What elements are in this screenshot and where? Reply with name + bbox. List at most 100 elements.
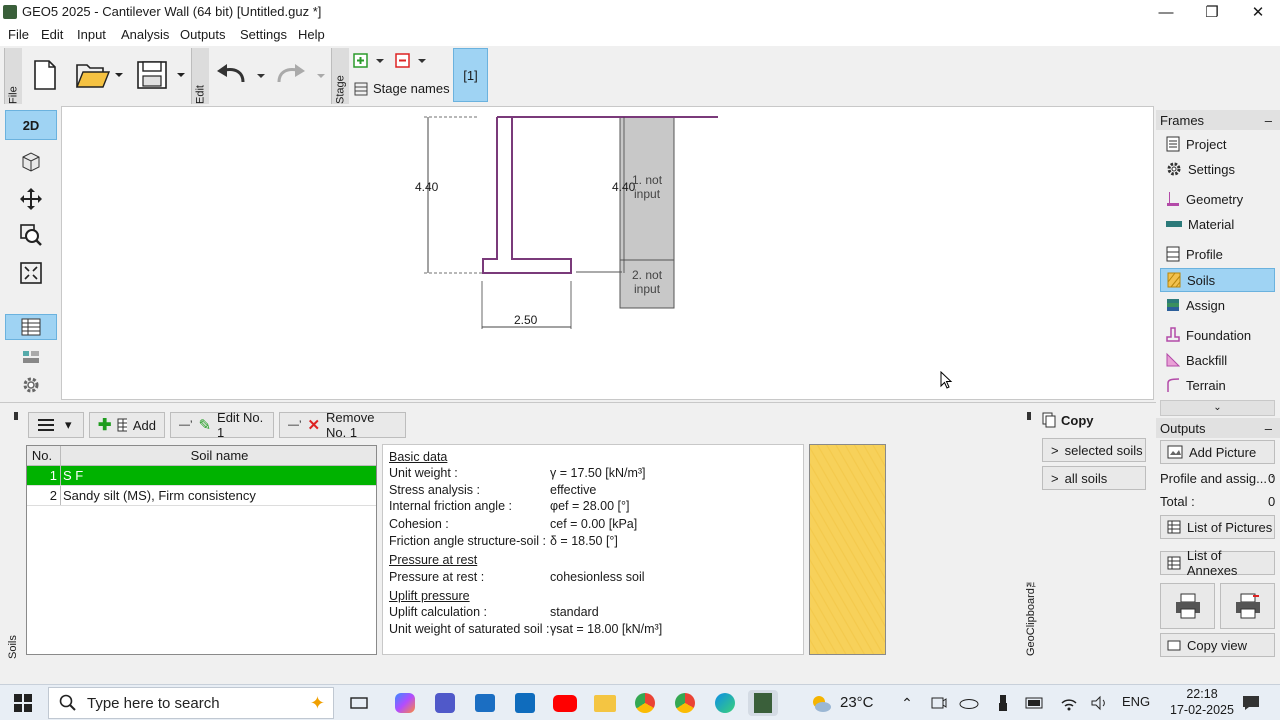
- stage-names-button[interactable]: Stage names: [354, 81, 450, 96]
- table-view-button[interactable]: [5, 314, 57, 340]
- menu-analysis[interactable]: Analysis: [121, 27, 169, 42]
- frame-project[interactable]: Project: [1160, 132, 1275, 156]
- frame-soils[interactable]: Soils: [1160, 268, 1275, 292]
- zoom-button[interactable]: [5, 220, 57, 250]
- frame-geometry[interactable]: Geometry: [1160, 187, 1275, 211]
- move-icon: [20, 188, 42, 210]
- meet-icon[interactable]: [924, 690, 954, 716]
- copy-selected-soils-label: selected soils: [1064, 442, 1143, 458]
- frame-material-label: Material: [1188, 216, 1235, 232]
- view-3d-button[interactable]: [5, 146, 57, 176]
- edit-tab[interactable]: Edit: [191, 48, 209, 104]
- menu-outputs[interactable]: Outputs: [180, 27, 226, 42]
- weather-icon[interactable]: [806, 690, 836, 716]
- frame-backfill-label: Backfill: [1186, 352, 1228, 368]
- remove-soil-button[interactable]: —’ ✕ Remove No. 1: [279, 410, 406, 440]
- soils-side-tab[interactable]: Soils: [4, 603, 22, 659]
- youtube-icon[interactable]: [550, 690, 580, 716]
- edit-soil-button[interactable]: —’ ✎ Edit No. 1: [170, 410, 274, 440]
- taskbar-search-box[interactable]: Type here to search ✦: [48, 687, 334, 719]
- print-export-button[interactable]: [1220, 583, 1275, 629]
- table-row[interactable]: 1 S F: [27, 466, 376, 486]
- onedrive-icon[interactable]: [954, 690, 984, 716]
- open-folder-icon[interactable]: [72, 56, 124, 94]
- geo5-app-icon[interactable]: [748, 690, 778, 716]
- teams-icon[interactable]: [430, 690, 460, 716]
- drawing-canvas[interactable]: 4.40 4.40 2.50 1. not input 2. not input: [61, 106, 1154, 400]
- restore-icon[interactable]: ❐: [1189, 0, 1235, 24]
- styles-button[interactable]: [5, 344, 57, 370]
- frame-assign[interactable]: Assign: [1160, 293, 1275, 317]
- volume-icon[interactable]: [1084, 690, 1114, 716]
- add-soil-button[interactable]: ✚ Add: [89, 412, 165, 438]
- copy-selected-soils-button[interactable]: > selected soils: [1042, 438, 1146, 462]
- windows-start-icon[interactable]: [8, 690, 38, 716]
- row-soil-name: Sandy silt (MS), Firm consistency: [63, 488, 256, 503]
- table-row[interactable]: 2 Sandy silt (MS), Firm consistency: [27, 486, 376, 506]
- menu-settings[interactable]: Settings: [240, 27, 287, 42]
- stage-1-button[interactable]: [1]: [453, 48, 488, 102]
- menu-help[interactable]: Help: [298, 27, 325, 42]
- list-mode-button[interactable]: ▾: [28, 412, 84, 438]
- store-icon[interactable]: [470, 690, 500, 716]
- frame-geometry-label: Geometry: [1186, 191, 1244, 207]
- clock[interactable]: 22:18 17-02-2025: [1170, 686, 1234, 718]
- notification-icon[interactable]: [1236, 690, 1266, 716]
- redo-icon[interactable]: [273, 58, 325, 92]
- settings-button[interactable]: [5, 372, 57, 398]
- copilot-icon[interactable]: [390, 690, 420, 716]
- stress-analysis-label: Stress analysis :: [389, 483, 481, 497]
- frame-terrain[interactable]: Terrain: [1160, 373, 1275, 397]
- scroll-down-icon[interactable]: ⌄: [1160, 400, 1275, 416]
- frames-title: Frames: [1160, 112, 1205, 128]
- pan-button[interactable]: [5, 184, 57, 214]
- outlook-icon[interactable]: [510, 690, 540, 716]
- minimize-icon[interactable]: —: [1143, 0, 1189, 24]
- language-indicator[interactable]: ENG: [1122, 694, 1150, 709]
- frame-foundation[interactable]: Foundation: [1160, 323, 1275, 347]
- title-bar: GEO5 2025 - Cantilever Wall (64 bit) [Un…: [0, 0, 1280, 24]
- stage-tab[interactable]: Stage: [331, 48, 349, 104]
- chrome-profile-icon[interactable]: [670, 690, 700, 716]
- list-of-pictures-button[interactable]: List of Pictures: [1160, 515, 1275, 539]
- chrome-icon[interactable]: [630, 690, 660, 716]
- view-2d-button[interactable]: 2D: [5, 110, 57, 140]
- column-soil-name[interactable]: Soil name: [61, 446, 376, 465]
- fit-view-button[interactable]: [5, 258, 57, 288]
- collapse-icon[interactable]: –: [1265, 113, 1272, 128]
- layer-2-label-line1: 2. not: [632, 268, 663, 282]
- copy-all-soils-button[interactable]: > all soils: [1042, 466, 1146, 490]
- wifi-icon[interactable]: [1054, 690, 1084, 716]
- save-icon[interactable]: [134, 56, 186, 94]
- edge-icon[interactable]: [710, 690, 740, 716]
- file-explorer-icon[interactable]: [590, 690, 620, 716]
- undo-icon[interactable]: [213, 58, 265, 92]
- unit-weight-label: Unit weight :: [389, 466, 458, 480]
- geoclipboard-tab[interactable]: GeoClipboard™: [1022, 560, 1040, 656]
- remove-stage-icon[interactable]: [394, 51, 428, 71]
- frame-settings[interactable]: Settings: [1160, 157, 1275, 181]
- collapse-icon[interactable]: –: [1265, 421, 1272, 436]
- close-icon[interactable]: ✕: [1235, 0, 1280, 24]
- print-button[interactable]: [1160, 583, 1215, 629]
- file-tab[interactable]: File: [4, 48, 22, 104]
- frame-backfill[interactable]: Backfill: [1160, 348, 1275, 372]
- list-of-annexes-button[interactable]: List of Annexes: [1160, 548, 1275, 578]
- menu-file[interactable]: File: [8, 27, 29, 42]
- task-view-icon[interactable]: [344, 690, 374, 716]
- frame-material[interactable]: Material: [1160, 212, 1275, 236]
- list-of-annexes-label: List of Annexes: [1186, 548, 1238, 578]
- weather-temperature[interactable]: 23°C: [840, 694, 874, 711]
- menu-edit[interactable]: Edit: [41, 27, 63, 42]
- battery-icon[interactable]: [1020, 690, 1050, 716]
- add-stage-icon[interactable]: [352, 51, 386, 71]
- new-file-icon[interactable]: [28, 56, 62, 94]
- frame-profile[interactable]: Profile: [1160, 242, 1275, 266]
- menu-input[interactable]: Input: [77, 27, 106, 42]
- chevron-up-icon[interactable]: ⌃: [892, 690, 922, 716]
- usb-icon[interactable]: [988, 690, 1018, 716]
- 3d-icon: [22, 152, 40, 172]
- column-no[interactable]: No.: [27, 446, 61, 465]
- copy-view-button[interactable]: Copy view: [1160, 633, 1275, 657]
- add-picture-button[interactable]: Add Picture: [1160, 440, 1275, 464]
